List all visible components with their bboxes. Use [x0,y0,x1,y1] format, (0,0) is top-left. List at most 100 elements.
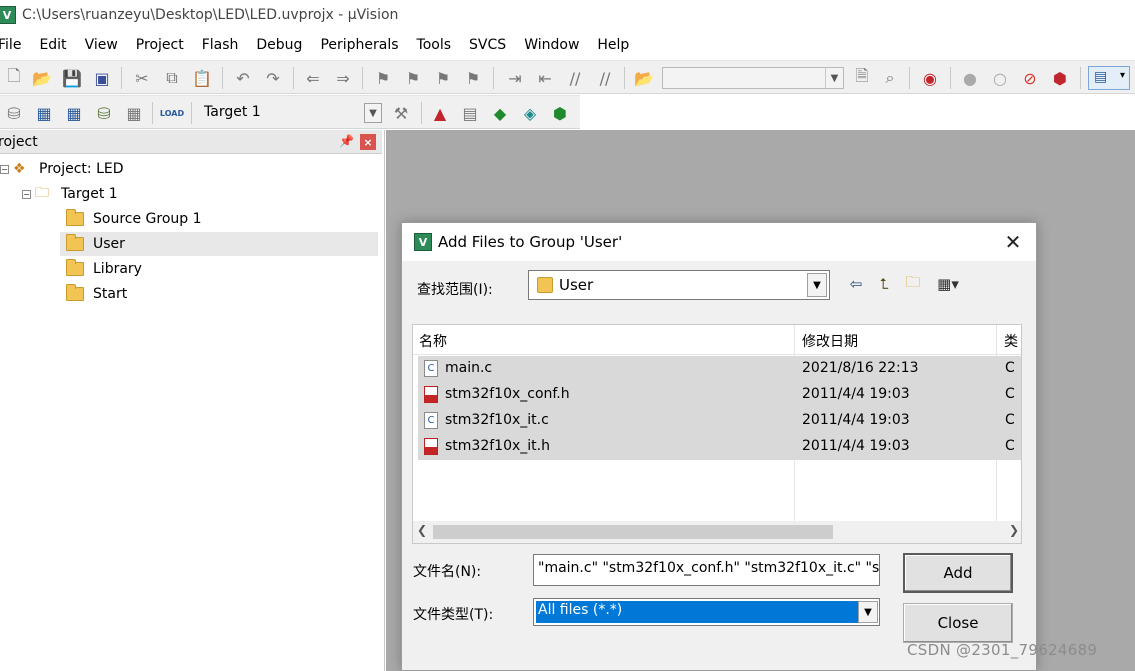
collapse-icon[interactable]: − [0,164,9,174]
column-header-name[interactable]: 名称 [419,331,447,351]
view-menu-icon[interactable]: ▦▾ [932,274,964,294]
look-in-select[interactable]: User ▼ [528,270,830,300]
find-icon[interactable]: 🗎 [852,66,872,88]
menu-file[interactable]: File [0,33,30,57]
copy-icon[interactable]: ⧉ [162,68,182,88]
menu-project[interactable]: Project [127,33,193,57]
find-combo[interactable]: ▼ [662,67,844,89]
uvision-app-icon: V [0,6,16,24]
menu-view[interactable]: View [76,33,127,57]
next-bookmark-icon[interactable]: ⚑ [433,68,453,88]
back-arrow-icon[interactable]: ⇦ [846,274,866,294]
up-folder-icon[interactable]: ⮤ [874,274,894,294]
download-load-icon[interactable]: LOAD [160,103,184,123]
debug-session-icon[interactable]: ◉ [920,68,940,88]
kill-all-breakpoints-icon[interactable]: ⬢ [1050,68,1070,88]
scroll-left-icon[interactable]: ❮ [417,523,427,537]
new-file-icon[interactable]: 🗋 [4,66,24,88]
menu-svcs[interactable]: SVCS [460,33,515,57]
collapse-icon[interactable]: − [22,189,31,199]
clear-bookmarks-icon[interactable]: ⚑ [463,68,483,88]
manage-components-icon[interactable]: ▲ [430,103,450,123]
bookmark-icon[interactable]: ⚑ [373,68,393,88]
replace-icon[interactable]: ⌕ [880,68,900,88]
pin-icon[interactable]: 📌 [339,134,354,148]
navigate-back-icon[interactable]: ⇐ [303,68,323,88]
scrollbar-thumb[interactable] [433,525,833,539]
tree-item-group[interactable]: Start [66,282,127,306]
cut-icon[interactable]: ✂ [132,68,152,88]
look-in-label: 查找范围(I): [417,282,493,298]
rebuild-icon[interactable]: ▦ [64,103,84,123]
breakpoint-icon[interactable]: ● [960,68,980,88]
menu-peripherals[interactable]: Peripherals [311,33,407,57]
indent-icon[interactable]: ⇥ [505,68,525,88]
scroll-right-icon[interactable]: ❯ [1009,523,1019,537]
translate-icon[interactable]: ⛁ [4,103,24,123]
column-header-date[interactable]: 修改日期 [802,331,858,351]
file-list-header: 名称 ˄ 修改日期 类 [413,325,1021,355]
watermark: CSDN @2301_79624689 [907,641,1098,659]
folder-icon [66,234,84,251]
menu-bar: File Edit View Project Flash Debug Perip… [0,33,1135,57]
redo-icon[interactable]: ↷ [263,68,283,88]
close-button[interactable]: Close [903,603,1013,643]
open-file-icon[interactable]: 📂 [32,68,52,88]
h-file-icon [424,386,438,403]
find-in-files-icon[interactable]: 📂 [634,68,654,88]
add-button[interactable]: Add [903,553,1013,593]
column-header-type[interactable]: 类 [1004,331,1018,351]
filetype-select[interactable]: All files (*.*) ▼ [533,598,880,626]
tree-item-project[interactable]: − ❖ Project: LED [0,157,124,181]
target-select[interactable]: ▼ [197,102,383,124]
stop-build-icon[interactable]: ▦ [124,103,144,123]
tree-item-group[interactable]: Source Group 1 [66,207,202,231]
navigate-forward-icon[interactable]: ⇒ [333,68,353,88]
disable-breakpoint-icon[interactable]: ○ [990,68,1010,88]
chevron-down-icon[interactable]: ▼ [364,103,382,123]
menu-flash[interactable]: Flash [193,33,248,57]
chevron-down-icon[interactable]: ▼ [858,601,878,623]
save-icon[interactable]: 💾 [62,68,82,88]
file-row[interactable]: C stm32f10x_it.c 2011/4/4 19:03 C [418,408,1021,434]
batch-build-icon[interactable]: ⛁ [94,103,114,123]
window-title: C:\Users\ruanzeyu\Desktop\LED\LED.uvproj… [22,7,399,23]
menu-help[interactable]: Help [588,33,638,57]
file-row[interactable]: stm32f10x_it.h 2011/4/4 19:03 C [418,434,1021,460]
filename-input[interactable]: "main.c" "stm32f10x_conf.h" "stm32f10x_i… [533,554,880,586]
manage-run-time-icon[interactable]: ◈ [520,103,540,123]
comment-icon[interactable]: // [565,68,585,88]
window-layout-button[interactable]: ▤ ▾ [1088,66,1130,90]
horizontal-scrollbar[interactable]: ❮ ❯ [413,521,1021,543]
tree-item-group[interactable]: Library [66,257,142,281]
build-icon[interactable]: ▦ [34,103,54,123]
chevron-down-icon[interactable]: ▼ [825,68,843,88]
add-files-dialog: V Add Files to Group 'User' ✕ 查找范围(I): U… [401,222,1037,671]
select-packs-icon[interactable]: ◆ [490,103,510,123]
tree-item-group-selected[interactable]: User [60,232,378,256]
manage-project-items-icon[interactable]: ▤ [460,103,480,123]
new-folder-icon[interactable]: 🗀 [903,273,923,294]
pack-installer-icon[interactable]: ⬢ [550,103,570,123]
menu-tools[interactable]: Tools [408,33,461,57]
build-toolbar: ⛁ ▦ ▦ ⛁ ▦ LOAD Target 1 ▼ ⚒ ▲ ▤ ◆ ◈ ⬢ [0,95,580,129]
save-all-icon[interactable]: ▣ [92,68,112,88]
paste-icon[interactable]: 📋 [192,68,212,88]
close-icon[interactable]: × [360,134,376,150]
menu-debug[interactable]: Debug [247,33,311,57]
undo-icon[interactable]: ↶ [233,68,253,88]
close-icon[interactable]: ✕ [1000,229,1026,255]
file-row[interactable]: C main.c 2021/8/16 22:13 C [418,356,1021,382]
c-file-icon: C [424,412,438,429]
menu-edit[interactable]: Edit [30,33,75,57]
chevron-down-icon[interactable]: ▼ [807,273,827,297]
uncomment-icon[interactable]: // [595,68,615,88]
chevron-down-icon: ▾ [1119,70,1125,81]
prev-bookmark-icon[interactable]: ⚑ [403,68,423,88]
unindent-icon[interactable]: ⇤ [535,68,555,88]
tree-item-target[interactable]: − 🗀 Target 1 [22,182,118,206]
file-row[interactable]: stm32f10x_conf.h 2011/4/4 19:03 C [418,382,1021,408]
disable-all-breakpoints-icon[interactable]: ⊘ [1020,68,1040,88]
target-options-icon[interactable]: ⚒ [391,103,411,123]
menu-window[interactable]: Window [515,33,588,57]
